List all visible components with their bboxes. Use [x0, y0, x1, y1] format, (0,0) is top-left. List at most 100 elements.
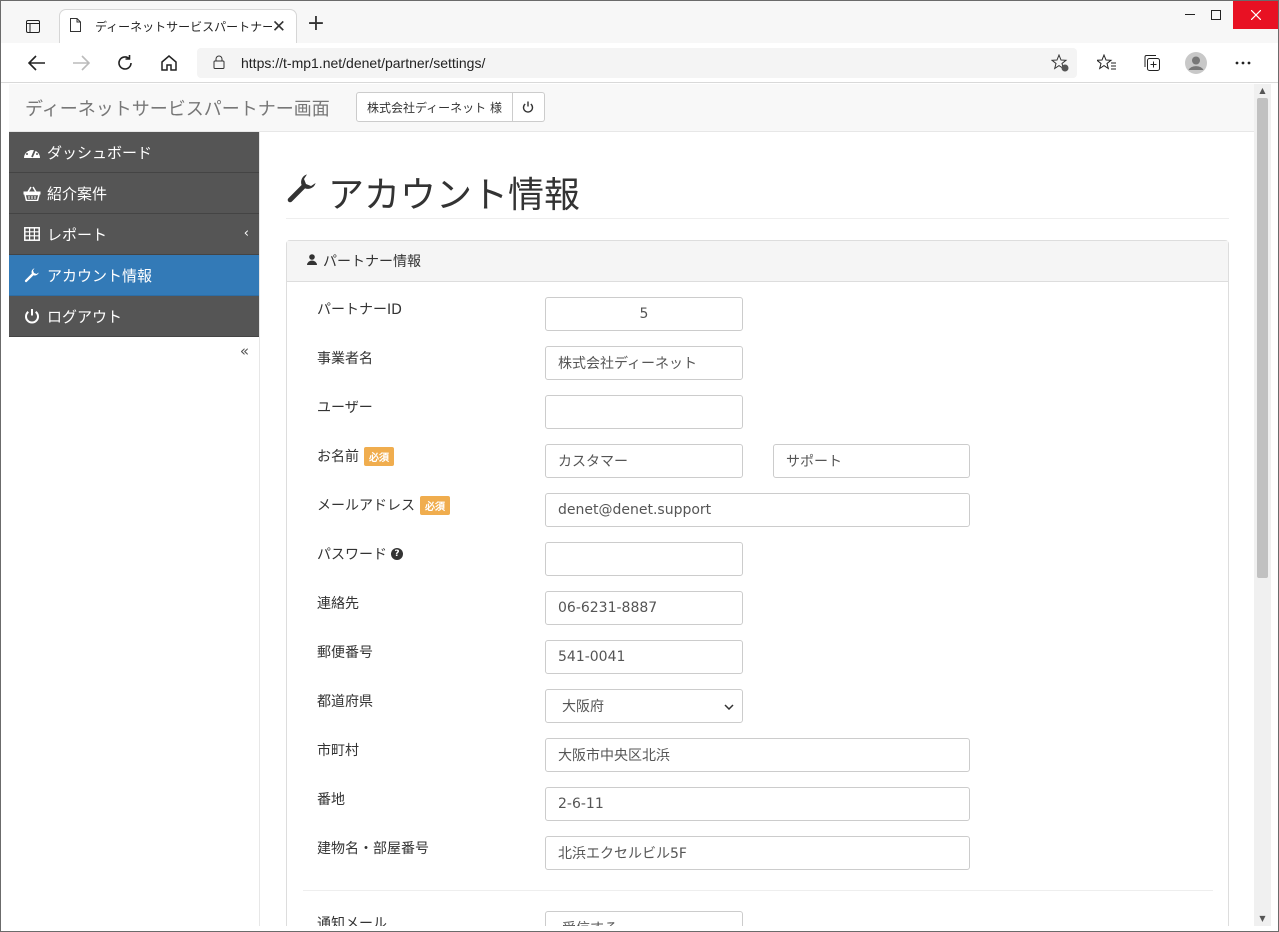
basket-icon: [21, 186, 43, 201]
tab-strip: ディーネットサービスパートナー画面 ✕ +: [1, 1, 1278, 43]
select-value: 受信する: [562, 918, 618, 926]
favorite-add-icon[interactable]: [1050, 53, 1069, 75]
forward-icon[interactable]: [67, 49, 95, 77]
home-icon[interactable]: [155, 49, 183, 77]
profile-avatar-icon[interactable]: [1182, 49, 1210, 77]
scroll-down-icon[interactable]: ▼: [1257, 914, 1268, 924]
user-button-group: 株式会社ディーネット 様: [356, 92, 545, 122]
address-bar[interactable]: https://t-mp1.net/denet/partner/settings…: [197, 48, 1077, 78]
form-row-prefecture: 都道府県 大阪府: [317, 689, 1197, 723]
form-row-zip: 郵便番号 541-0041: [317, 640, 1197, 674]
required-badge: 必須: [420, 495, 450, 515]
form-row-street: 番地 2-6-11: [317, 787, 1197, 821]
refresh-icon[interactable]: [111, 49, 139, 77]
field-label: お名前 必須: [317, 446, 394, 466]
form-row-name: お名前 必須 カスタマー サポート: [317, 444, 1197, 478]
collections-icon[interactable]: [1138, 49, 1166, 77]
page-title: アカウント情報: [286, 166, 580, 218]
field-label: 建物名・部屋番号: [317, 841, 429, 857]
field-label: 連絡先: [317, 596, 359, 612]
user-input[interactable]: [545, 395, 743, 429]
wrench-icon: [21, 267, 43, 283]
tab-title: ディーネットサービスパートナー画面: [95, 20, 272, 34]
url-text: https://t-mp1.net/denet/partner/settings…: [241, 55, 486, 71]
user-icon: [307, 253, 317, 269]
last-name-input[interactable]: カスタマー: [545, 444, 743, 478]
page-title-text: アカウント情報: [328, 175, 581, 216]
scroll-up-icon[interactable]: ▲: [1257, 86, 1268, 96]
sidebar-collapse-icon[interactable]: «: [240, 342, 249, 360]
tab-actions-icon[interactable]: [19, 13, 47, 39]
help-icon[interactable]: ?: [391, 548, 403, 560]
form-row-partner-id: パートナーID 5: [317, 297, 1197, 331]
chevron-down-icon: [724, 920, 734, 926]
browser-window: ディーネットサービスパートナー画面 ✕ +: [0, 0, 1279, 932]
form-row-company: 事業者名 株式会社ディーネット: [317, 346, 1197, 380]
new-tab-icon[interactable]: +: [304, 13, 328, 37]
chevron-left-icon: ‹: [243, 226, 249, 241]
app-header: ディーネットサービスパートナー画面 株式会社ディーネット 様: [9, 84, 1254, 132]
page-scrollbar[interactable]: ▲ ▼: [1254, 84, 1271, 926]
main-content: アカウント情報 パートナー情報 パートナーID 5 事業者名 株式会社ディーネッ…: [286, 132, 1229, 926]
divider: [286, 218, 1229, 219]
field-label: ユーザー: [317, 400, 373, 416]
power-icon: [21, 308, 43, 324]
scrollbar-thumb[interactable]: [1257, 98, 1268, 578]
form-row-email: メールアドレス 必須 denet@denet.support: [317, 493, 1197, 527]
street-input[interactable]: 2-6-11: [545, 787, 970, 821]
sidebar-item-label: ダッシュボード: [47, 143, 153, 162]
field-label: パスワード ?: [317, 544, 403, 564]
partner-id-input[interactable]: 5: [545, 297, 743, 331]
browser-tab[interactable]: ディーネットサービスパートナー画面 ✕: [59, 9, 297, 43]
prefecture-select[interactable]: 大阪府: [545, 689, 743, 723]
field-label-text: パスワード: [317, 547, 387, 563]
sidebar-item-label: ログアウト: [47, 307, 123, 326]
first-name-input[interactable]: サポート: [773, 444, 970, 478]
company-name-input[interactable]: 株式会社ディーネット: [545, 346, 743, 380]
sidebar-item-label: 紹介案件: [47, 184, 108, 203]
divider: [303, 890, 1213, 891]
chevron-down-icon: [724, 698, 734, 714]
sidebar-item-reports[interactable]: レポート ‹: [9, 214, 259, 255]
form-row-building: 建物名・部屋番号 北浜エクセルビル5F: [317, 836, 1197, 870]
back-icon[interactable]: [23, 49, 51, 77]
sidebar-item-account[interactable]: アカウント情報: [9, 255, 259, 296]
zip-input[interactable]: 541-0041: [545, 640, 743, 674]
field-label: 郵便番号: [317, 645, 373, 661]
logout-button[interactable]: [512, 92, 545, 122]
more-menu-icon[interactable]: [1229, 49, 1257, 77]
required-badge: 必須: [364, 446, 394, 466]
field-label: 事業者名: [317, 351, 373, 367]
field-label: 市町村: [317, 743, 359, 759]
wrench-icon: [286, 172, 318, 213]
lock-icon[interactable]: [213, 55, 225, 72]
sidebar-item-referrals[interactable]: 紹介案件: [9, 173, 259, 214]
field-label-text: メールアドレス: [317, 498, 415, 514]
maximize-icon[interactable]: [1199, 1, 1233, 29]
sidebar-item-label: レポート: [47, 225, 108, 244]
sidebar-item-logout[interactable]: ログアウト: [9, 296, 259, 337]
sidebar: ダッシュボード 紹介案件 レポート ‹ アカウント情報 ログアウト «: [9, 132, 260, 926]
email-input[interactable]: denet@denet.support: [545, 493, 970, 527]
building-input[interactable]: 北浜エクセルビル5F: [545, 836, 970, 870]
window-close-icon[interactable]: [1233, 1, 1278, 29]
form-row-notify: 通知メール 受信する: [317, 911, 1197, 926]
panel-heading: パートナー情報: [287, 241, 1228, 282]
favorites-icon[interactable]: [1093, 49, 1121, 77]
sidebar-item-dashboard[interactable]: ダッシュボード: [9, 132, 259, 173]
form-row-city: 市町村 大阪市中央区北浜: [317, 738, 1197, 772]
city-input[interactable]: 大阪市中央区北浜: [545, 738, 970, 772]
password-input[interactable]: [545, 542, 743, 576]
form-row-user: ユーザー: [317, 395, 1197, 429]
page-icon: [70, 18, 81, 35]
field-label: 番地: [317, 792, 345, 808]
tab-close-icon[interactable]: ✕: [272, 17, 286, 37]
page-viewport: ディーネットサービスパートナー画面 株式会社ディーネット 様 ダッシュボード 紹…: [9, 84, 1254, 926]
phone-input[interactable]: 06-6231-8887: [545, 591, 743, 625]
brand-title[interactable]: ディーネットサービスパートナー画面: [25, 95, 330, 121]
user-account-button[interactable]: 株式会社ディーネット 様: [356, 92, 513, 122]
sidebar-item-label: アカウント情報: [47, 266, 153, 285]
select-value: 大阪府: [562, 699, 604, 715]
field-label: メールアドレス 必須: [317, 495, 450, 515]
notify-select[interactable]: 受信する: [545, 911, 743, 926]
